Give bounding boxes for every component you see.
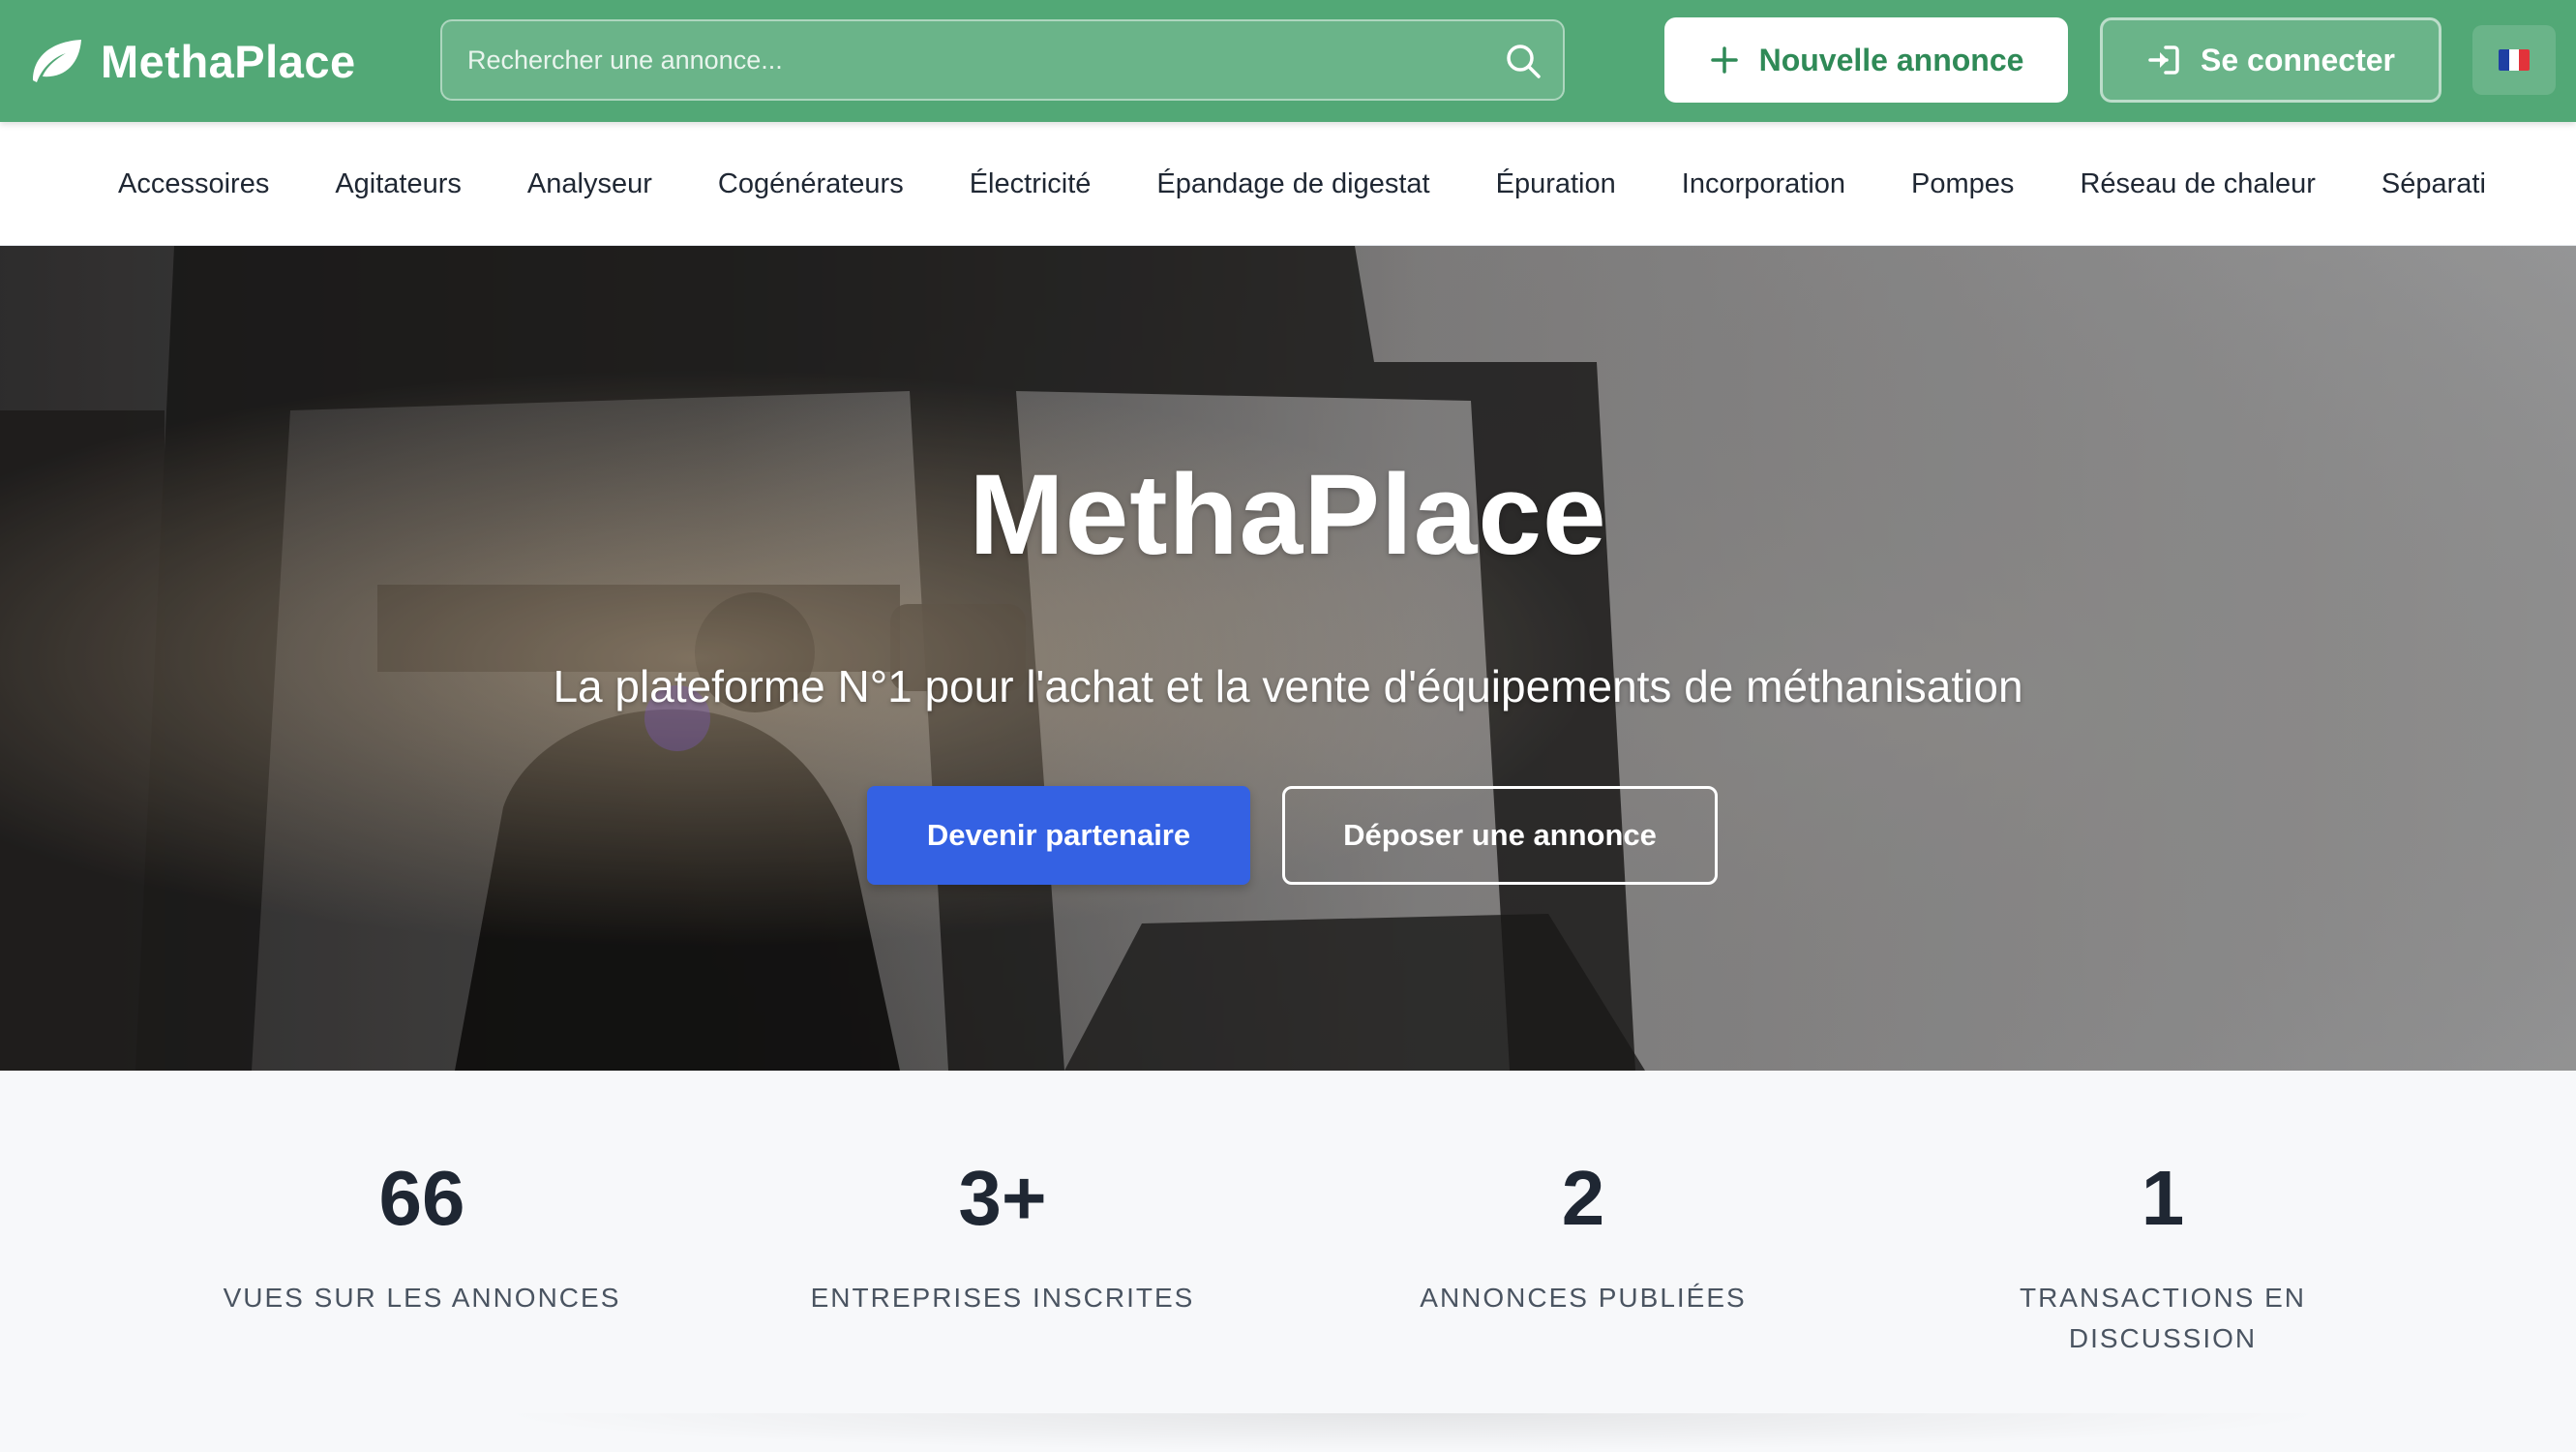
hero-subtitle: La plateforme N°1 pour l'achat et la ven… — [553, 661, 2023, 711]
stat-value: 2 — [1561, 1155, 1605, 1241]
language-selector[interactable] — [2472, 25, 2556, 95]
category-link[interactable]: Cogénérateurs — [718, 168, 904, 200]
new-listing-button[interactable]: Nouvelle annonce — [1664, 17, 2068, 103]
category-link[interactable]: Réseau de chaleur — [2080, 168, 2315, 200]
leaf-icon — [33, 40, 81, 82]
card-shadow — [484, 1413, 2342, 1452]
category-list: Accessoires Agitateurs Analyseur Cogénér… — [118, 122, 2486, 245]
brand-name: MethaPlace — [101, 35, 356, 87]
category-link[interactable]: Pompes — [1911, 168, 2014, 200]
category-link[interactable]: Agitateurs — [335, 168, 462, 200]
category-link[interactable]: Électricité — [970, 168, 1092, 200]
hero-section: MethaPlace La plateforme N°1 pour l'acha… — [0, 246, 2576, 1071]
category-nav: Accessoires Agitateurs Analyseur Cogénér… — [0, 122, 2576, 246]
french-flag-icon — [2499, 49, 2530, 71]
login-label: Se connecter — [2201, 42, 2395, 77]
stat-label: ANNONCES PUBLIÉES — [1420, 1283, 1747, 1313]
stat-label: TRANSACTIONS EN DISCUSSION — [2019, 1283, 2307, 1353]
stat-companies: 3+ ENTREPRISES INSCRITES — [712, 1160, 1293, 1318]
brand-logo[interactable]: MethaPlace — [27, 31, 356, 91]
stat-value: 3+ — [958, 1155, 1047, 1241]
stat-listings: 2 ANNONCES PUBLIÉES — [1293, 1160, 1873, 1318]
become-partner-button[interactable]: Devenir partenaire — [867, 786, 1250, 885]
search-icon[interactable] — [1503, 41, 1543, 81]
search-bar — [440, 19, 1565, 101]
stats-section: 66 VUES SUR LES ANNONCES 3+ ENTREPRISES … — [0, 1071, 2576, 1452]
category-link[interactable]: Accessoires — [118, 168, 269, 200]
category-link[interactable]: Incorporation — [1682, 168, 1845, 200]
sign-in-icon — [2148, 45, 2179, 75]
stat-views: 66 VUES SUR LES ANNONCES — [132, 1160, 712, 1318]
hero-overlay — [0, 246, 2576, 1071]
stat-label: VUES SUR LES ANNONCES — [223, 1283, 621, 1313]
category-link[interactable]: Analyseur — [527, 168, 652, 200]
hero-title: MethaPlace — [969, 451, 1607, 579]
top-header: MethaPlace Nouvelle annonce Se connecter — [0, 0, 2576, 122]
stat-value: 66 — [378, 1155, 465, 1241]
category-link[interactable]: Séparati — [2381, 168, 2486, 200]
stat-transactions: 1 TRANSACTIONS EN DISCUSSION — [1872, 1160, 2453, 1359]
category-link[interactable]: Épandage de digestat — [1156, 168, 1429, 200]
new-listing-label: Nouvelle annonce — [1758, 42, 2024, 77]
search-input[interactable] — [442, 21, 1563, 99]
post-listing-button[interactable]: Déposer une annonce — [1282, 786, 1718, 885]
stat-label: ENTREPRISES INSCRITES — [810, 1283, 1195, 1313]
plus-icon — [1710, 46, 1738, 74]
login-button[interactable]: Se connecter — [2100, 17, 2441, 103]
stat-value: 1 — [2141, 1155, 2185, 1241]
category-link[interactable]: Épuration — [1496, 168, 1616, 200]
